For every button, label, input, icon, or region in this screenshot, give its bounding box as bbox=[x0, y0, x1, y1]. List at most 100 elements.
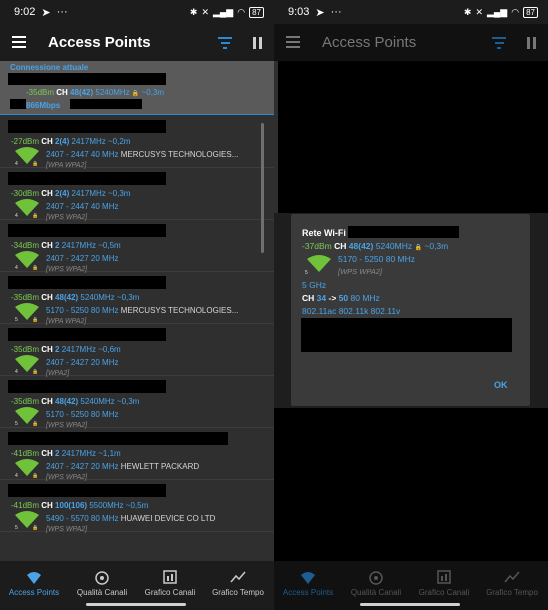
ok-button[interactable]: OK bbox=[494, 380, 508, 390]
signal-quality-icon bbox=[342, 569, 410, 585]
ap-signal-line: -41dBm CH 2 2417MHz ~1,1m bbox=[11, 449, 121, 458]
app-bar: Access Points bbox=[0, 24, 274, 61]
band-label: 5 bbox=[15, 525, 18, 531]
nav-label: Access Points bbox=[282, 588, 334, 597]
more-icon: ··· bbox=[56, 6, 68, 18]
redacted-details bbox=[301, 318, 512, 352]
nav-label: Qualità Canali bbox=[350, 588, 402, 597]
clock: 9:03 bbox=[288, 6, 310, 18]
nav-item[interactable]: Grafico Tempo bbox=[204, 569, 272, 597]
bluetooth-icon: ✱ bbox=[463, 6, 472, 17]
filter-icon bbox=[492, 37, 506, 49]
nav-label: Grafico Canali bbox=[418, 588, 470, 597]
lock-icon: 🔒 bbox=[32, 213, 39, 219]
redacted-ssid bbox=[8, 172, 166, 185]
band-label: 5 bbox=[15, 317, 18, 323]
bar-chart-icon bbox=[410, 569, 478, 585]
redacted-ssid bbox=[348, 226, 459, 238]
bluetooth-icon: ✱ bbox=[189, 6, 198, 17]
access-point-row[interactable]: -35dBm CH 2 2417MHz ~0,6m 4 🔒 2407 - 2427 2… bbox=[0, 324, 274, 377]
redacted-ip bbox=[10, 99, 26, 109]
cell-signal-icon: ▂▄▆ bbox=[487, 6, 508, 17]
dialog-channel-range: CH 34 -> 50 80 MHz bbox=[302, 293, 380, 303]
status-bar: 9:03 ➤ ··· ✱ ✕ ▂▄▆ ◠ 87 bbox=[274, 0, 548, 24]
mute-icon: ✕ bbox=[475, 6, 483, 17]
access-point-row[interactable]: -30dBm CH 2(4) 2417MHz ~0,3m 4 🔒 2407 - 244… bbox=[0, 168, 274, 221]
ap-signal-line: -35dBm CH 48(42) 5240MHz ~0,3m bbox=[11, 293, 140, 302]
dimmed-content bbox=[278, 61, 548, 213]
telegram-icon: ➤ bbox=[315, 6, 325, 19]
pause-icon bbox=[527, 37, 537, 49]
home-indicator bbox=[86, 603, 186, 606]
ap-signal-line: -34dBm CH 2 2417MHz ~0,5m bbox=[11, 241, 121, 250]
dialog-title: Rete Wi-Fi bbox=[302, 228, 346, 238]
access-point-row[interactable]: -34dBm CH 2 2417MHz ~0,5m 4 🔒 2407 - 2427 2… bbox=[0, 220, 274, 273]
lock-icon: 🔒 bbox=[32, 265, 39, 271]
access-point-row[interactable]: -35dBm CH 48(42) 5240MHz ~0,3m 5 🔒 5170 - 5… bbox=[0, 376, 274, 429]
line-chart-icon bbox=[478, 569, 546, 585]
page-title: Access Points bbox=[48, 34, 151, 51]
nav-label: Grafico Canali bbox=[144, 588, 196, 597]
band-label: 4 bbox=[15, 161, 18, 167]
access-point-row[interactable]: -41dBm CH 2 2417MHz ~1,1m 4 🔒 2407 - 2427 2… bbox=[0, 428, 274, 481]
lock-icon: 🔒 bbox=[131, 91, 140, 97]
wifi-status-icon: ◠ bbox=[237, 6, 246, 17]
ap-range-line: 2407 - 2427 20 MHz bbox=[46, 254, 119, 263]
lock-icon: 🔒 bbox=[32, 421, 39, 427]
ap-signal-line: -35dBm CH 48(42) 5240MHz ~0,3m bbox=[11, 397, 140, 406]
filter-icon[interactable] bbox=[218, 37, 232, 49]
nav-item: Grafico Tempo bbox=[478, 569, 546, 597]
redacted-ssid bbox=[8, 432, 228, 445]
nav-item: Access Points bbox=[274, 569, 342, 597]
left-screen: 9:02 ➤ ··· ✱ ✕ ▂▄▆ ◠ 87 Access Points Connessi… bbox=[0, 0, 274, 610]
redacted-mac bbox=[70, 99, 142, 109]
nav-item[interactable]: Grafico Canali bbox=[136, 569, 204, 597]
nav-item[interactable]: Qualità Canali bbox=[68, 569, 136, 597]
nav-item: Qualità Canali bbox=[342, 569, 410, 597]
dialog-standards: 802.11ac 802.11k 802.11v bbox=[302, 306, 401, 316]
lock-icon: 🔒 bbox=[32, 369, 39, 375]
dialog-band: 5 GHz bbox=[302, 280, 327, 290]
nav-label: Access Points bbox=[8, 588, 60, 597]
status-bar: 9:02 ➤ ··· ✱ ✕ ▂▄▆ ◠ 87 bbox=[0, 0, 274, 24]
scrollbar[interactable] bbox=[261, 123, 264, 253]
menu-icon bbox=[286, 36, 300, 48]
wifi-icon bbox=[0, 569, 68, 585]
ap-range-line: 2407 - 2447 40 MHz MERCUSYS TECHNOLOGIES… bbox=[46, 150, 239, 159]
pause-icon[interactable] bbox=[253, 37, 263, 49]
signal-quality-icon bbox=[68, 569, 136, 585]
app-bar: Access Points bbox=[274, 24, 548, 61]
ap-range-line: 2407 - 2427 20 MHz bbox=[46, 358, 119, 367]
page-title: Access Points bbox=[322, 34, 417, 51]
access-point-row[interactable]: -27dBm CH 2(4) 2417MHz ~0,2m 4 🔒 2407 - 244… bbox=[0, 116, 274, 169]
battery-icon: 87 bbox=[249, 6, 264, 18]
access-point-list[interactable]: -27dBm CH 2(4) 2417MHz ~0,2m 4 🔒 2407 - 244… bbox=[0, 116, 274, 561]
redacted-ssid bbox=[8, 276, 166, 289]
ap-signal-line: -35dBm CH 2 2417MHz ~0,6m bbox=[11, 345, 121, 354]
wifi-icon bbox=[274, 569, 342, 585]
access-point-row[interactable]: -35dBm CH 48(42) 5240MHz ~0,3m 5 🔒 5170 - 5… bbox=[0, 272, 274, 325]
wifi-status-icon: ◠ bbox=[511, 6, 520, 17]
bar-chart-icon bbox=[136, 569, 204, 585]
cell-signal-icon: ▂▄▆ bbox=[213, 6, 234, 17]
nav-label: Grafico Tempo bbox=[486, 588, 538, 597]
band-label: 4 bbox=[15, 265, 18, 271]
more-icon: ··· bbox=[330, 6, 342, 18]
ap-security: [WPS WPA2] bbox=[46, 526, 88, 533]
menu-icon[interactable] bbox=[12, 36, 26, 48]
lock-icon: 🔒 bbox=[32, 161, 39, 167]
dialog-security: [WPS WPA2] bbox=[338, 267, 383, 276]
lock-icon: 🔒 bbox=[32, 525, 39, 531]
redacted-ssid bbox=[8, 120, 166, 133]
line-chart-icon bbox=[204, 569, 272, 585]
current-details: -35dBm CH 48(42) 5240MHz 🔒 ~0,3m bbox=[26, 88, 165, 97]
redacted-ssid bbox=[8, 73, 166, 85]
access-point-row[interactable]: -41dBm CH 100(106) 5500MHz ~0,5m 5 🔒 5490 -… bbox=[0, 480, 274, 533]
dialog-signal-line: -37dBm CH 48(42) 5240MHz 🔒 ~0,3m bbox=[302, 241, 449, 251]
current-connection[interactable]: Connessione attuale -35dBm CH 48(42) 524… bbox=[0, 61, 274, 115]
nav-item[interactable]: Access Points bbox=[0, 569, 68, 597]
current-connection-title: Connessione attuale bbox=[10, 63, 89, 72]
ap-signal-line: -41dBm CH 100(106) 5500MHz ~0,5m bbox=[11, 501, 149, 510]
ap-signal-line: -30dBm CH 2(4) 2417MHz ~0,3m bbox=[11, 189, 131, 198]
redacted-ssid bbox=[8, 224, 166, 237]
